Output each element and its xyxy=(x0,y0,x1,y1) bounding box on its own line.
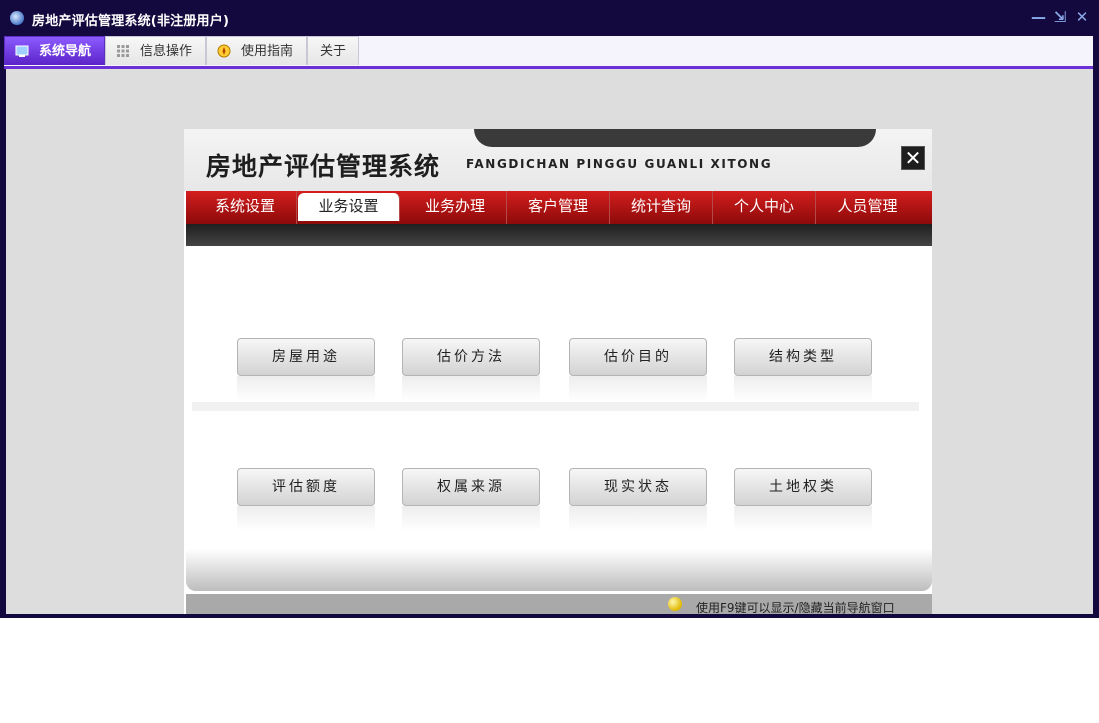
menu-personal-center[interactable]: 个人中心 xyxy=(713,191,816,224)
panel-subtitle: FANGDICHAN PINGGU GUANLI XITONG xyxy=(466,157,773,171)
row-divider xyxy=(192,402,919,411)
button-reflection xyxy=(402,376,540,402)
minimize-button[interactable]: — xyxy=(1031,9,1046,25)
tab-user-guide[interactable]: 使用指南 xyxy=(206,36,307,65)
panel-title: 房地产评估管理系统 xyxy=(206,152,441,181)
status-bar: 使用F9键可以显示/隐藏当前导航窗口 xyxy=(186,594,932,614)
status-hint: 使用F9键可以显示/隐藏当前导航窗口 xyxy=(696,601,895,614)
button-reflection xyxy=(569,506,707,532)
menu-statistics-query[interactable]: 统计查询 xyxy=(610,191,713,224)
land-right-type-button[interactable]: 土地权类 xyxy=(734,468,872,506)
app-window: 房地产评估管理系统(非注册用户) — ⇲ ✕ 系统导航 信息操作 使用指南 关于… xyxy=(0,0,1099,618)
tab-info-operations[interactable]: 信息操作 xyxy=(105,36,206,65)
tab-bar: 系统导航 信息操作 使用指南 关于 xyxy=(4,36,1093,66)
tab-label: 关于 xyxy=(320,44,347,59)
business-settings-panel: 房地产评估管理系统 FANGDICHAN PINGGU GUANLI XITON… xyxy=(184,129,932,614)
tab-label: 系统导航 xyxy=(39,44,92,59)
button-reflection xyxy=(237,506,375,532)
structure-type-button[interactable]: 结构类型 xyxy=(734,338,872,376)
panel-footer xyxy=(186,549,932,591)
compass-icon xyxy=(217,44,231,58)
app-logo-icon xyxy=(10,11,24,25)
valuation-purpose-button[interactable]: 估价目的 xyxy=(569,338,707,376)
house-usage-button[interactable]: 房屋用途 xyxy=(237,338,375,376)
button-reflection xyxy=(734,506,872,532)
tab-about[interactable]: 关于 xyxy=(307,36,359,65)
menu-staff-management[interactable]: 人员管理 xyxy=(816,191,919,224)
main-menu: 系统设置 业务设置 业务办理 客户管理 统计查询 个人中心 人员管理 xyxy=(186,191,932,224)
menu-business-settings[interactable]: 业务设置 xyxy=(298,193,400,221)
window-title: 房地产评估管理系统(非注册用户) xyxy=(32,14,230,29)
button-reflection xyxy=(569,376,707,402)
menu-customer-management[interactable]: 客户管理 xyxy=(507,191,610,224)
panel-header: 房地产评估管理系统 FANGDICHAN PINGGU GUANLI XITON… xyxy=(184,129,932,191)
close-button[interactable]: ✕ xyxy=(1075,9,1089,25)
header-decor xyxy=(474,129,876,147)
monitor-icon xyxy=(15,45,29,57)
menu-system-settings[interactable]: 系统设置 xyxy=(194,191,297,224)
lightbulb-icon xyxy=(668,597,682,611)
tab-label: 使用指南 xyxy=(241,44,294,59)
button-reflection xyxy=(237,376,375,402)
valuation-amount-button[interactable]: 评估额度 xyxy=(237,468,375,506)
ownership-source-button[interactable]: 权属来源 xyxy=(402,468,540,506)
grid-icon xyxy=(117,45,129,57)
valuation-method-button[interactable]: 估价方法 xyxy=(402,338,540,376)
button-reflection xyxy=(734,376,872,402)
menu-shadow-band xyxy=(186,224,932,246)
tab-system-navigation[interactable]: 系统导航 xyxy=(4,36,105,65)
panel-close-button[interactable]: ✕ xyxy=(901,146,925,170)
menu-business-handling[interactable]: 业务办理 xyxy=(404,191,507,224)
title-bar: 房地产评估管理系统(非注册用户) — ⇲ ✕ xyxy=(0,0,1099,36)
tab-label: 信息操作 xyxy=(140,44,193,59)
current-status-button[interactable]: 现实状态 xyxy=(569,468,707,506)
button-reflection xyxy=(402,506,540,532)
restore-button[interactable]: ⇲ xyxy=(1053,9,1067,25)
